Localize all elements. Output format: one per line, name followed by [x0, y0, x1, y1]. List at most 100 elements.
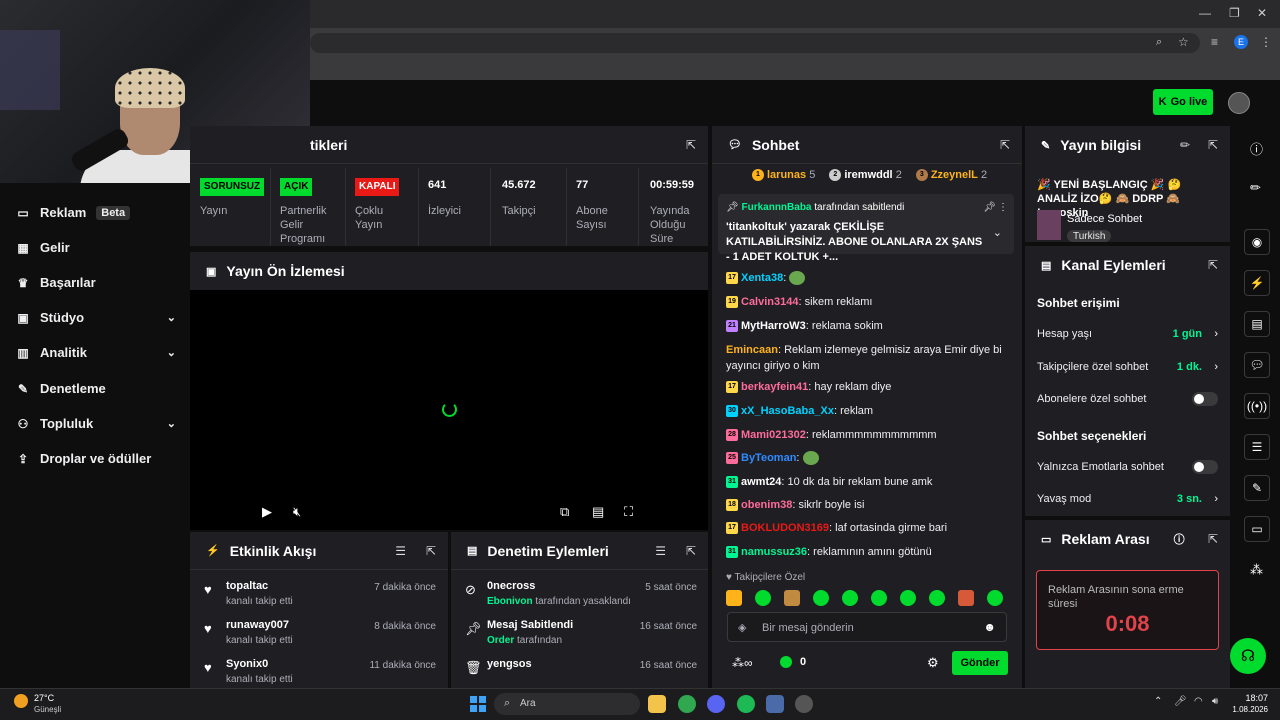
chat-input[interactable]: ◈ Bir mesaj gönderin ☻: [727, 612, 1007, 642]
chevron-down-icon[interactable]: ⌄: [993, 226, 1002, 239]
sidebar-item-gelir[interactable]: ▦ Gelir: [16, 240, 176, 255]
maximize-icon[interactable]: ❐: [1229, 6, 1240, 20]
sliders-icon[interactable]: ☰: [1244, 434, 1270, 460]
edit-icon[interactable]: ✏: [1180, 138, 1190, 152]
popout-icon[interactable]: ⇱: [686, 544, 696, 558]
account-age-setting[interactable]: Hesap yaşı 1 gün ›: [1037, 324, 1218, 344]
emote[interactable]: [900, 590, 916, 606]
points-display[interactable]: 0: [780, 656, 806, 668]
app-icon[interactable]: [795, 695, 813, 713]
go-live-button[interactable]: K Go live: [1153, 89, 1213, 115]
sidebar-item-reklam[interactable]: ▭ Reklam Beta: [16, 205, 176, 220]
wifi-icon[interactable]: ◠: [1194, 696, 1203, 707]
slow-mode-setting[interactable]: Yavaş mod 3 sn. ›: [1037, 489, 1218, 509]
spotify-icon[interactable]: [737, 695, 755, 713]
category-name[interactable]: Sadece Sohbet: [1067, 213, 1142, 225]
theater-icon[interactable]: ▤: [592, 504, 604, 520]
pinned-message[interactable]: 📌︎ FurkannnBaba tarafından sabitlendi 📌︎…: [718, 194, 1014, 263]
discord-icon[interactable]: [707, 695, 725, 713]
popout-icon[interactable]: ⇱: [1208, 258, 1218, 272]
monitor-icon[interactable]: ▭: [1244, 516, 1270, 542]
close-icon[interactable]: ✕: [1257, 6, 1267, 20]
edit-icon[interactable]: ✏: [1250, 180, 1261, 196]
emote[interactable]: [958, 590, 974, 606]
bolt-icon[interactable]: ⚡: [1244, 270, 1270, 296]
chat-username[interactable]: awmt24: [741, 476, 781, 488]
chat-username[interactable]: obenim38: [741, 499, 792, 511]
chat-username[interactable]: Mami021302: [741, 429, 806, 441]
more-icon[interactable]: ⋮: [1260, 35, 1272, 49]
chrome-icon[interactable]: [678, 695, 696, 713]
popout-icon[interactable]: ⇱: [1208, 138, 1218, 152]
popout-icon[interactable]: ⇱: [426, 544, 436, 558]
emote[interactable]: [726, 590, 742, 606]
leader-item[interactable]: 1 larunas 5: [752, 169, 815, 182]
document-icon[interactable]: ▤: [1244, 311, 1270, 337]
emote[interactable]: [813, 590, 829, 606]
chat-username[interactable]: ByTeoman: [741, 452, 796, 464]
filter-icon[interactable]: ☰: [655, 544, 666, 558]
info-icon[interactable]: ⓘ: [1250, 139, 1263, 158]
community-icon[interactable]: ⁂∞: [732, 656, 753, 670]
zoom-icon[interactable]: ⌕: [1156, 36, 1162, 49]
app-icon[interactable]: [766, 695, 784, 713]
chat-username[interactable]: MytHarroW3: [741, 320, 806, 332]
chat-username[interactable]: xX_HasoBaba_Xx: [741, 405, 834, 417]
settings-gear-icon[interactable]: ⚙: [927, 655, 939, 671]
playlist-icon[interactable]: ≡: [1211, 35, 1218, 49]
mute-icon[interactable]: 🔇︎: [293, 504, 301, 520]
emote[interactable]: [755, 590, 771, 606]
profile-icon[interactable]: E: [1234, 35, 1248, 49]
clock-time[interactable]: 18:07: [1236, 693, 1268, 703]
camera-icon[interactable]: ◉: [1244, 229, 1270, 255]
taskbar-search[interactable]: ⌕ Ara: [494, 693, 640, 715]
filter-icon[interactable]: ☰: [395, 544, 406, 558]
pin-icon[interactable]: 📌︎: [983, 202, 996, 213]
subs-only-toggle[interactable]: [1192, 392, 1218, 406]
star-icon[interactable]: ☆: [1178, 35, 1189, 49]
minimize-icon[interactable]: —: [1199, 6, 1211, 20]
headset-icon[interactable]: ☊: [1230, 638, 1266, 674]
sidebar-item-basarilar[interactable]: ♛ Başarılar: [16, 275, 176, 290]
emote-only-toggle[interactable]: [1192, 460, 1218, 474]
wrench-icon[interactable]: ✎: [1244, 475, 1270, 501]
play-icon[interactable]: ▶: [262, 504, 272, 520]
sidebar-item-denetleme[interactable]: ✎ Denetleme: [16, 381, 176, 396]
emote[interactable]: [842, 590, 858, 606]
emote[interactable]: [871, 590, 887, 606]
emoji-icon[interactable]: ☻: [983, 620, 996, 634]
chat-username[interactable]: namussuz36: [741, 546, 807, 558]
chat-username[interactable]: BOKLUDON3169: [741, 522, 829, 534]
chat-username[interactable]: Calvin3144: [741, 296, 798, 308]
broadcast-icon[interactable]: ((•)): [1244, 393, 1270, 419]
weather-temp[interactable]: 27°C: [34, 693, 54, 703]
popout-icon[interactable]: ⇱: [1000, 138, 1010, 152]
fullscreen-icon[interactable]: ⛶: [624, 504, 633, 520]
chevron-up-icon[interactable]: ⌃: [1154, 696, 1162, 707]
volume-icon[interactable]: 🔊︎: [1212, 696, 1218, 707]
chat-icon[interactable]: 💬︎: [1244, 352, 1270, 378]
emote[interactable]: [987, 590, 1003, 606]
leader-item[interactable]: 2 iremwddl 2: [829, 169, 902, 182]
sidebar-item-droplar[interactable]: ⇪ Droplar ve ödüller: [16, 451, 176, 466]
more-icon[interactable]: ⋮: [998, 202, 1008, 213]
avatar[interactable]: [1228, 92, 1250, 114]
emote[interactable]: [929, 590, 945, 606]
sidebar-item-studyo[interactable]: ▣ Stüdyo ⌄: [16, 310, 176, 325]
chat-username[interactable]: berkayfein41: [741, 381, 808, 393]
sidebar-item-analitik[interactable]: ▥ Analitik ⌄: [16, 345, 176, 360]
pip-icon[interactable]: ⧉: [560, 504, 569, 520]
microphone-icon[interactable]: 🎤︎: [1174, 696, 1187, 707]
popout-icon[interactable]: ⇱: [686, 138, 696, 152]
send-button[interactable]: Gönder: [952, 651, 1008, 675]
sidebar-item-topluluk[interactable]: ⚇ Topluluk ⌄: [16, 416, 176, 431]
info-icon[interactable]: ⓘ: [1174, 531, 1185, 547]
emote[interactable]: [784, 590, 800, 606]
stream-tag[interactable]: Turkish: [1067, 230, 1112, 242]
followers-only-setting[interactable]: Takipçilere özel sohbet 1 dk. ›: [1037, 357, 1218, 377]
community-icon[interactable]: ⁂: [1250, 562, 1263, 578]
windows-start-icon[interactable]: [470, 696, 486, 712]
leader-item[interactable]: 3 ZzeynelL 2: [915, 169, 987, 182]
popout-icon[interactable]: ⇱: [1208, 532, 1218, 546]
chat-username[interactable]: Emincaan: [726, 344, 778, 356]
